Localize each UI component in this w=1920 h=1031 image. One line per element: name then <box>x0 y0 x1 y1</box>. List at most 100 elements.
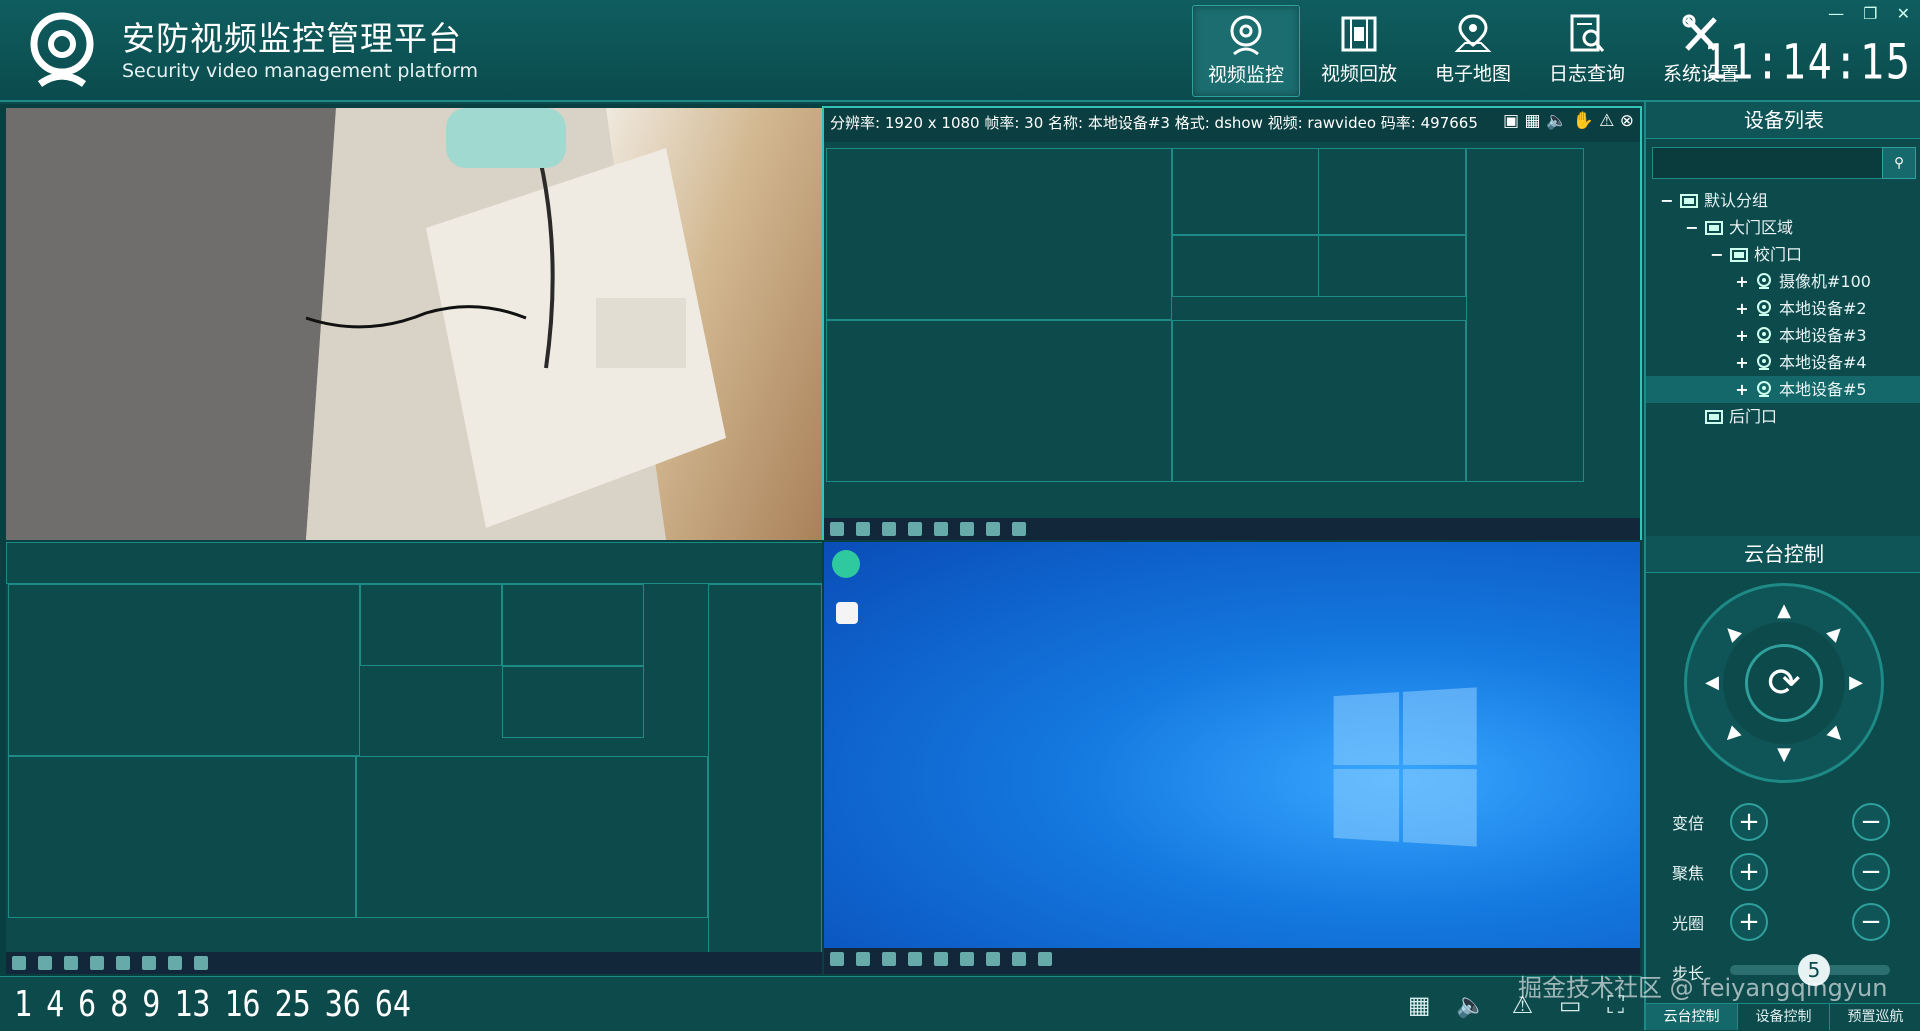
ptz-left-icon[interactable]: ◀ <box>1703 674 1721 692</box>
group-icon <box>1730 243 1748 262</box>
ptz-up-right-icon[interactable]: ▲ <box>1823 620 1849 645</box>
tab-ptz-control[interactable]: 云台控制 <box>1646 1004 1738 1030</box>
tree-camera-node[interactable]: + 本地设备#2 <box>1646 295 1920 322</box>
tree-group-node[interactable]: − 大门区域 <box>1646 214 1920 241</box>
close-icon[interactable]: ✕ <box>1897 4 1910 23</box>
split-36-button[interactable]: 36 <box>325 984 361 1026</box>
video-tile-4[interactable] <box>822 540 1642 976</box>
video-grid: 分辨率: 1920 x 1080 帧率: 30 名称: 本地设备#3 格式: d… <box>0 104 1642 976</box>
split-layout-buttons: 1 4 6 8 9 13 16 25 36 64 <box>14 984 425 1026</box>
close-circle-icon[interactable]: ⊗ <box>1620 111 1634 131</box>
iris-open-button[interactable]: + <box>1730 903 1768 941</box>
group-icon <box>1705 216 1723 235</box>
nav-video-monitor[interactable]: 视频监控 <box>1192 5 1300 97</box>
split-25-button[interactable]: 25 <box>275 984 311 1026</box>
snapshot-icon[interactable]: ▦ <box>1408 991 1431 1019</box>
image-icon[interactable]: ▦ <box>1524 111 1540 131</box>
tab-preset-cruise[interactable]: 预置巡航 <box>1830 1004 1920 1030</box>
tab-device-control[interactable]: 设备控制 <box>1738 1004 1830 1030</box>
split-9-button[interactable]: 9 <box>142 984 160 1026</box>
collapse-icon[interactable]: − <box>1685 214 1699 241</box>
tree-node-label: 后门口 <box>1729 407 1778 426</box>
expand-icon[interactable]: + <box>1735 295 1749 322</box>
expand-icon[interactable]: + <box>1735 322 1749 349</box>
title-bar: 安防视频监控管理平台 Security video management pla… <box>0 0 1920 102</box>
focus-far-button[interactable]: − <box>1852 853 1890 891</box>
nested-camera <box>826 148 1172 320</box>
tile-toolbar: ▣ ▦ 🔈 ✋ ⚠ ⊗ <box>1503 111 1634 131</box>
focus-label: 聚焦 <box>1672 864 1705 883</box>
tree-group-node[interactable]: − 校门口 <box>1646 241 1920 268</box>
video-tile-2[interactable]: 分辨率: 1920 x 1080 帧率: 30 名称: 本地设备#3 格式: d… <box>822 106 1642 542</box>
ptz-up-icon[interactable]: ▲ <box>1775 602 1793 620</box>
webcam-icon <box>1230 15 1262 56</box>
video-info-bar: 分辨率: 1920 x 1080 帧率: 30 名称: 本地设备#3 格式: d… <box>824 108 1640 142</box>
zoom-in-button[interactable]: + <box>1730 803 1768 841</box>
side-panel: 设备列表 ⚲ − 默认分组 − 大门区域 − 校门口 + 摄像机#100 + 本地设备#2 + 本地设… <box>1644 102 1920 1030</box>
tree-group-node[interactable]: 后门口 <box>1646 403 1920 430</box>
tree-camera-node[interactable]: + 摄像机#100 <box>1646 268 1920 295</box>
log-search-icon <box>1570 14 1605 52</box>
iris-label: 光圈 <box>1672 914 1705 933</box>
tree-camera-node[interactable]: + 本地设备#5 <box>1646 376 1920 403</box>
hand-icon[interactable]: ✋ <box>1573 111 1594 131</box>
focus-near-button[interactable]: + <box>1730 853 1768 891</box>
nested-camera <box>1318 148 1466 235</box>
desktop-app-icon <box>836 602 858 624</box>
camera-icon <box>1755 351 1773 370</box>
nav-e-map[interactable]: 电子地图 <box>1420 5 1526 95</box>
split-4-button[interactable]: 4 <box>46 984 64 1026</box>
nested-desktop <box>1318 235 1466 297</box>
expand-icon[interactable]: + <box>1735 268 1749 295</box>
tree-node-label: 本地设备#3 <box>1779 326 1867 345</box>
tree-node-label: 大门区域 <box>1729 218 1794 237</box>
zoom-out-button[interactable]: − <box>1852 803 1890 841</box>
camera-icon <box>1755 378 1773 397</box>
split-16-button[interactable]: 16 <box>224 984 260 1026</box>
collapse-icon[interactable]: − <box>1710 241 1724 268</box>
nested-camera <box>8 584 360 756</box>
restore-icon[interactable]: ❐ <box>1863 4 1877 23</box>
edge-icon <box>832 550 860 578</box>
nested-desktop <box>502 666 644 738</box>
ptz-down-left-icon[interactable]: ▼ <box>1719 722 1745 747</box>
film-icon <box>1341 16 1377 52</box>
split-6-button[interactable]: 6 <box>78 984 96 1026</box>
ptz-down-right-icon[interactable]: ▼ <box>1823 722 1848 747</box>
iris-close-button[interactable]: − <box>1852 903 1890 941</box>
video-tile-3[interactable] <box>4 540 824 976</box>
ptz-down-icon[interactable]: ▼ <box>1775 746 1793 764</box>
tree-camera-node[interactable]: + 本地设备#3 <box>1646 322 1920 349</box>
ptz-up-left-icon[interactable]: ▲ <box>1719 620 1744 645</box>
snapshot-icon[interactable]: ▣ <box>1503 111 1519 131</box>
map-pin-icon <box>1454 14 1492 52</box>
alarm-icon[interactable]: ⚠ <box>1599 111 1614 131</box>
tree-camera-node[interactable]: + 本地设备#4 <box>1646 349 1920 376</box>
split-64-button[interactable]: 64 <box>375 984 411 1026</box>
ptz-reset-icon[interactable]: ⟳ <box>1745 644 1823 722</box>
tree-group-node[interactable]: − 默认分组 <box>1646 187 1920 214</box>
video-info-text: 分辨率: 1920 x 1080 帧率: 30 名称: 本地设备#3 格式: d… <box>830 114 1478 132</box>
nav-video-playback[interactable]: 视频回放 <box>1306 5 1412 95</box>
minimize-icon[interactable]: — <box>1828 4 1844 23</box>
ptz-right-icon[interactable]: ▶ <box>1847 674 1865 692</box>
nested-desktop <box>356 756 708 918</box>
split-13-button[interactable]: 13 <box>174 984 210 1026</box>
search-button[interactable]: ⚲ <box>1882 147 1916 179</box>
collapse-icon[interactable]: − <box>1660 187 1674 214</box>
split-1-button[interactable]: 1 <box>14 984 32 1026</box>
nav-label: 视频回放 <box>1320 63 1397 85</box>
nav-log-query[interactable]: 日志查询 <box>1534 5 1640 95</box>
expand-icon[interactable]: + <box>1735 376 1749 403</box>
video-tile-1[interactable] <box>4 106 824 542</box>
mute-icon[interactable]: 🔈 <box>1546 111 1567 131</box>
expand-icon[interactable]: + <box>1735 349 1749 376</box>
group-icon <box>1705 405 1723 424</box>
nested-camera <box>360 584 502 666</box>
zoom-label: 变倍 <box>1672 814 1705 833</box>
volume-icon[interactable]: 🔈 <box>1456 991 1486 1019</box>
device-search-input[interactable] <box>1652 147 1884 179</box>
window-controls: — ❐ ✕ <box>1814 4 1910 23</box>
nested-taskbar <box>6 952 822 974</box>
split-8-button[interactable]: 8 <box>110 984 128 1026</box>
